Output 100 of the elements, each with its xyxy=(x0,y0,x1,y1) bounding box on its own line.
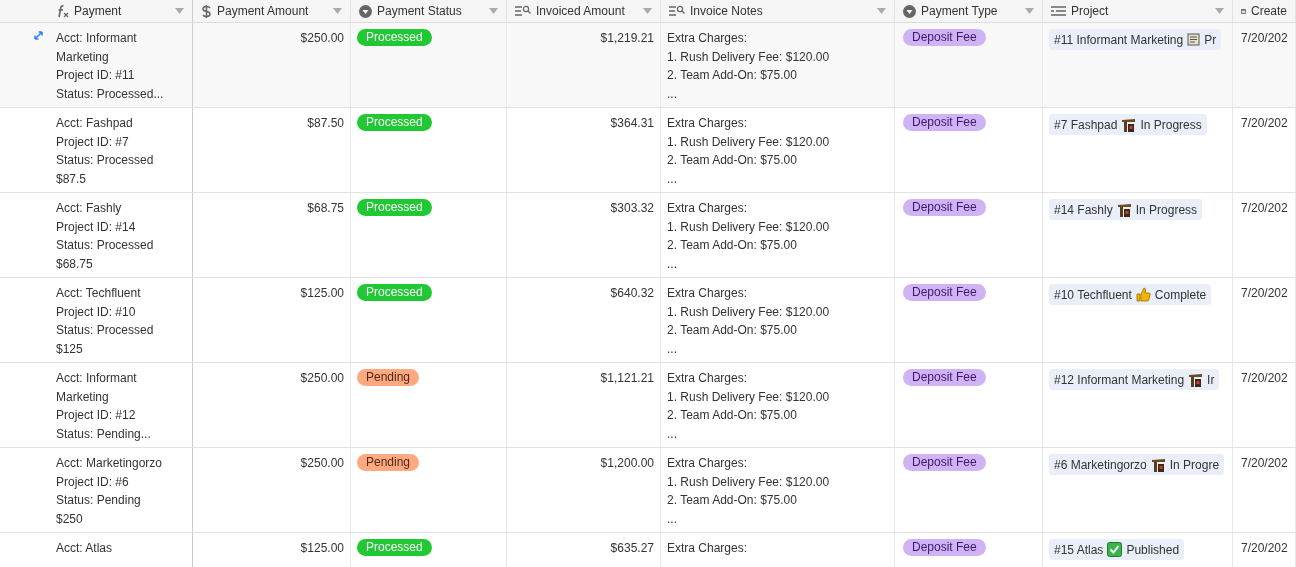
invoiced-amount-text: $303.32 xyxy=(610,200,654,217)
status-pill: Pending xyxy=(357,454,420,471)
payment-text: Acct: Techfluent xyxy=(56,285,142,302)
invoiced-amount-text: $364.31 xyxy=(610,115,654,132)
payment-type-pill: Deposit Fee xyxy=(903,29,986,46)
payment-text: Project ID: #11 xyxy=(56,67,136,84)
linked-records-icon xyxy=(1051,5,1066,17)
payment-text: Acct: Informant xyxy=(56,370,138,387)
project-chip[interactable]: #12 Informant Marketing Ir xyxy=(1049,369,1220,390)
project-chip[interactable]: #15 Atlas Published xyxy=(1049,539,1185,560)
amount-text: $125.00 xyxy=(300,540,344,557)
amount-text: $250.00 xyxy=(300,370,344,387)
status-pill: Processed xyxy=(357,114,432,131)
created-date-text: 7/20/202 xyxy=(1241,540,1288,557)
invoice-note-line: ... xyxy=(667,255,678,273)
formula-icon xyxy=(56,4,69,18)
table-row[interactable]: Acct: Techfluent Project ID: #10 Status: Processed $125 $125.00 Processed $640.32 Extra Charges: 1. Rush Delivery Fee: $120.00 2. Team Add-On: $75.00 ... Deposit Fee #10 Techfluent Complete 7/20/202 xyxy=(0,278,1296,363)
payment-text: Marketing xyxy=(56,48,110,66)
invoice-note-line: 2. Team Add-On: $75.00 xyxy=(667,407,798,424)
payment-text: Project ID: #7 xyxy=(56,133,130,151)
project-chip[interactable]: #10 Techfluent Complete xyxy=(1049,284,1212,305)
column-header[interactable]: Payment Type xyxy=(895,0,1043,22)
check-box-icon xyxy=(1107,542,1123,557)
table-row[interactable]: Acct: Fashpad Project ID: #7 Status: Processed $87.5 $87.50 Processed $364.31 Extra Charges: 1. Rush Delivery Fee: $120.00 2. Team Add-On: $75.00 ... Deposit Fee #7 Fashpad In Progress 7/20/202 xyxy=(0,108,1296,193)
caret-icon[interactable] xyxy=(1025,8,1034,14)
status-pill: Processed xyxy=(357,539,432,556)
payment-text: Status: Processed xyxy=(56,322,154,339)
project-chip[interactable]: #6 Marketingorzo In Progre xyxy=(1049,454,1225,475)
invoice-note-line: ... xyxy=(667,170,678,188)
invoiced-amount-text: $640.32 xyxy=(610,285,654,302)
lookup-icon xyxy=(515,5,531,17)
payment-text: Acct: Marketingorzo xyxy=(56,455,163,472)
payment-text: Status: Processed xyxy=(56,237,154,254)
invoice-note-line: Extra Charges: xyxy=(667,200,749,217)
thumbs-up-icon xyxy=(1135,287,1151,302)
payment-text: Acct: Atlas xyxy=(56,540,113,557)
payment-type-pill: Deposit Fee xyxy=(903,284,986,301)
project-chip[interactable]: #14 Fashly In Progress xyxy=(1049,199,1203,220)
invoice-note-line: ... xyxy=(667,425,678,443)
payment-type-pill: Deposit Fee xyxy=(903,369,986,386)
invoice-note-line: 2. Team Add-On: $75.00 xyxy=(667,152,798,169)
project-chip[interactable]: #7 Fashpad In Progress xyxy=(1049,114,1207,135)
dollar-icon xyxy=(201,4,212,18)
invoice-note-line: Extra Charges: xyxy=(667,540,748,557)
building-icon xyxy=(1150,457,1166,472)
invoice-note-line: ... xyxy=(667,340,678,358)
payment-text: Project ID: #10 xyxy=(56,303,137,321)
invoice-note-line: 1. Rush Delivery Fee: $120.00 xyxy=(667,48,830,66)
payment-text: Project ID: #14 xyxy=(56,218,137,236)
amount-text: $125.00 xyxy=(300,285,344,302)
table-row[interactable] xyxy=(0,363,1296,448)
invoice-note-line: 1. Rush Delivery Fee: $120.00 xyxy=(667,133,830,151)
invoice-note-line: ... xyxy=(667,510,678,528)
invoice-note-line: Extra Charges: xyxy=(667,30,749,47)
payment-text: $87.5 xyxy=(56,170,88,188)
invoice-note-line: Extra Charges: xyxy=(667,115,749,132)
project-chip[interactable]: #11 Informant Marketing Pr xyxy=(1049,29,1222,50)
caret-icon[interactable] xyxy=(1215,8,1224,14)
column-header[interactable]: Payment xyxy=(0,0,193,22)
payment-text: $68.75 xyxy=(56,255,94,273)
caret-icon[interactable] xyxy=(643,8,652,14)
created-date-text: 7/20/202 xyxy=(1241,370,1288,387)
table-row[interactable] xyxy=(0,448,1296,533)
payment-text: Status: Pending... xyxy=(56,425,151,443)
amount-text: $68.75 xyxy=(307,200,344,217)
column-header[interactable]: Payment Amount xyxy=(193,0,351,22)
caret-icon[interactable] xyxy=(877,8,886,14)
payment-text: $125 xyxy=(56,340,84,358)
lookup-icon xyxy=(669,5,685,17)
column-header[interactable]: Project xyxy=(1043,0,1233,22)
column-header[interactable]: Payment Status xyxy=(351,0,507,22)
column-header[interactable]: Invoiced Amount xyxy=(507,0,661,22)
payment-text: Acct: Informant xyxy=(56,30,138,47)
building-icon xyxy=(1121,117,1137,132)
created-date-text: 7/20/202 xyxy=(1241,30,1288,47)
caret-icon[interactable] xyxy=(333,8,342,14)
created-date-text: 7/20/202 xyxy=(1241,200,1288,217)
table-row[interactable]: Acct: Fashly Project ID: #14 Status: Processed $68.75 $68.75 Processed $303.32 Extra Charges: 1. Rush Delivery Fee: $120.00 2. Team Add-On: $75.00 ... Deposit Fee #14 Fashly In Progress 7/20/202 xyxy=(0,193,1296,278)
column-header[interactable]: Invoice Notes xyxy=(661,0,895,22)
invoice-note-line: 1. Rush Delivery Fee: $120.00 xyxy=(667,473,830,491)
caret-icon[interactable] xyxy=(175,8,184,14)
payment-text: $250 xyxy=(56,510,84,528)
column-header[interactable]: Create xyxy=(1233,0,1296,22)
payment-text: Status: Processed... xyxy=(56,85,164,103)
hovered-row[interactable] xyxy=(0,23,1296,108)
invoice-note-line: 1. Rush Delivery Fee: $120.00 xyxy=(667,218,830,236)
status-pill: Pending xyxy=(357,369,420,386)
invoiced-amount-text: $635.27 xyxy=(610,540,654,557)
expand-icon[interactable] xyxy=(33,31,43,40)
caret-icon[interactable] xyxy=(489,8,498,14)
amount-text: $250.00 xyxy=(300,455,344,472)
building-icon xyxy=(1188,372,1204,387)
payment-text: Project ID: #12 xyxy=(56,407,137,424)
status-pill: Processed xyxy=(357,29,432,46)
payment-type-pill: Deposit Fee xyxy=(903,199,986,216)
created-date-text: 7/20/202 xyxy=(1241,455,1288,472)
invoice-note-line: 2. Team Add-On: $75.00 xyxy=(667,492,798,509)
payment-text: Acct: Fashpad xyxy=(56,115,134,132)
invoice-note-line: Extra Charges: xyxy=(667,285,749,302)
payment-text: Marketing xyxy=(56,388,110,406)
